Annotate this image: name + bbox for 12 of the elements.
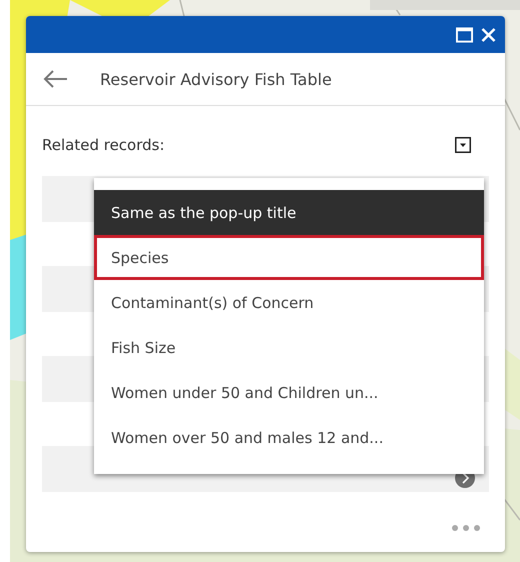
popup-title: Reservoir Advisory Fish Table [100, 70, 332, 88]
menu-item[interactable]: Same as the pop-up title [94, 190, 484, 235]
menu-item[interactable]: Contaminant(s) of Concern [94, 280, 484, 325]
menu-item[interactable]: Species [94, 235, 484, 280]
dropdown-toggle-icon[interactable] [455, 137, 471, 153]
related-records-label: Related records: [42, 136, 165, 154]
menu-item[interactable]: Women over 50 and males 12 and... [94, 415, 484, 460]
maximize-icon[interactable] [456, 26, 473, 42]
menu-item[interactable]: Women under 50 and Children un... [94, 370, 484, 415]
close-icon[interactable] [480, 26, 497, 42]
menu-item[interactable]: Fish Size [94, 325, 484, 370]
back-arrow-icon[interactable] [42, 69, 68, 89]
